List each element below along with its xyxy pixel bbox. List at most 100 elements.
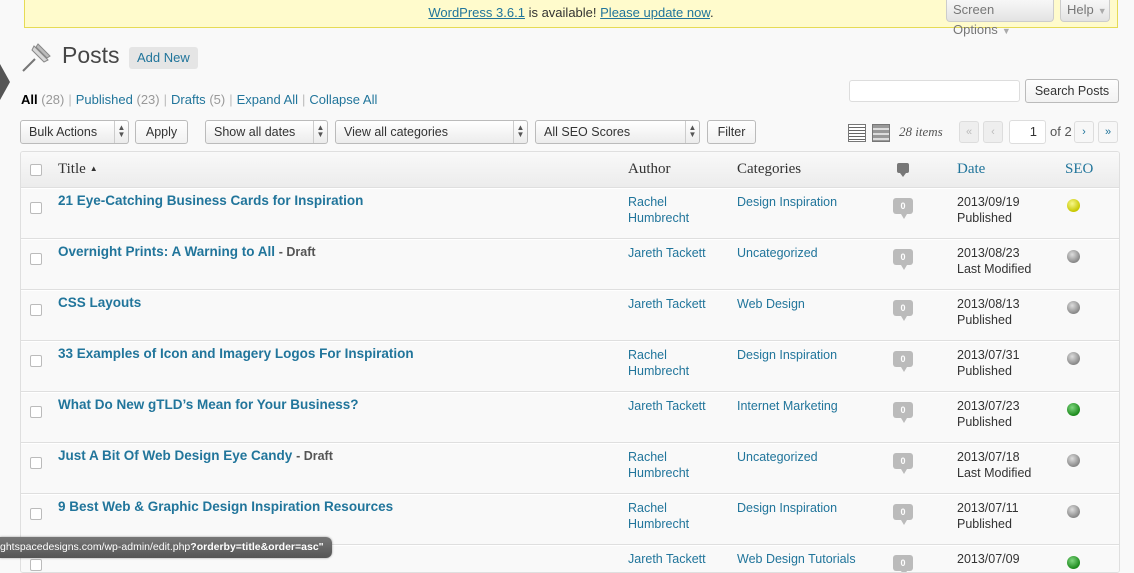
post-category-link[interactable]: Design Inspiration <box>737 500 837 516</box>
post-category-link[interactable]: Design Inspiration <box>737 194 837 210</box>
link-url-status-bar: ghtspacedesigns.com/wp-admin/edit.php?or… <box>0 537 332 558</box>
first-page-button[interactable]: « <box>959 121 979 143</box>
post-title-cell: 33 Examples of Icon and Imagery Logos Fo… <box>58 346 414 361</box>
table-header: Title ▲ Author Categories Date SEO <box>21 152 1119 188</box>
post-title-link[interactable]: What Do New gTLD’s Mean for Your Busines… <box>58 397 359 412</box>
post-title-link[interactable]: 21 Eye-Catching Business Cards for Inspi… <box>58 193 363 208</box>
post-title-link[interactable]: Overnight Prints: A Warning to All <box>58 244 275 259</box>
post-category-link[interactable]: Uncategorized <box>737 449 818 465</box>
select-all-checkbox[interactable] <box>30 164 42 176</box>
last-page-button[interactable]: » <box>1098 121 1118 143</box>
comment-count-bubble[interactable]: 0 <box>893 249 913 270</box>
list-view-icon[interactable] <box>848 124 866 142</box>
table-row: What Do New gTLD’s Mean for Your Busines… <box>21 392 1119 443</box>
post-category-link[interactable]: Design Inspiration <box>737 347 837 363</box>
wordpress-version-link[interactable]: WordPress 3.6.1 <box>428 5 525 20</box>
post-author-link[interactable]: Jareth Tackett <box>628 296 728 312</box>
seo-scores-select[interactable]: All SEO Scores ▲ ▼ <box>535 120 700 144</box>
apply-button[interactable]: Apply <box>135 120 188 144</box>
author-column-header: Author <box>628 161 671 177</box>
title-column-header[interactable]: Title ▲ <box>58 161 98 178</box>
row-checkbox[interactable] <box>30 253 42 265</box>
post-category-link[interactable]: Internet Marketing <box>737 398 838 414</box>
status-url-path: ghtspacedesigns.com/wp-admin/edit.php <box>0 541 191 553</box>
post-status: Published <box>957 415 1012 429</box>
collapse-menu-arrow-icon[interactable] <box>0 64 10 100</box>
bulk-actions-select[interactable]: Bulk Actions ▲ ▼ <box>20 120 129 144</box>
categories-select[interactable]: View all categories ▲ ▼ <box>335 120 528 144</box>
post-date: 2013/07/11 <box>957 501 1019 515</box>
caret-down-icon: ▼ <box>1097 6 1107 16</box>
post-status: Published <box>957 211 1012 225</box>
post-title-cell: 9 Best Web & Graphic Design Inspiration … <box>58 499 393 514</box>
comment-count-bubble[interactable]: 0 <box>893 504 913 525</box>
separator: | <box>163 92 168 107</box>
post-category-link[interactable]: Web Design <box>737 296 805 312</box>
post-author-link[interactable]: Jareth Tackett <box>628 551 728 567</box>
table-row: Overnight Prints: A Warning to All - Dra… <box>21 239 1119 290</box>
post-author-link[interactable]: Jareth Tackett <box>628 398 728 414</box>
comment-count-bubble[interactable]: 0 <box>893 453 913 474</box>
comment-count-bubble[interactable]: 0 <box>893 402 913 423</box>
post-author-link[interactable]: Rachel Humbrecht <box>628 194 728 226</box>
select-arrows-icon: ▲ ▼ <box>313 121 327 143</box>
expand-all-link[interactable]: Expand All <box>237 92 298 107</box>
search-posts-button[interactable]: Search Posts <box>1025 79 1119 103</box>
collapse-all-link[interactable]: Collapse All <box>309 92 377 107</box>
post-title-link[interactable]: Just A Bit Of Web Design Eye Candy <box>58 448 292 463</box>
add-new-button[interactable]: Add New <box>129 47 198 69</box>
post-author-link[interactable]: Rachel Humbrecht <box>628 347 728 379</box>
dates-select[interactable]: Show all dates ▲ ▼ <box>205 120 328 144</box>
prev-page-button[interactable]: ‹ <box>983 121 1003 143</box>
filter-all[interactable]: All <box>21 92 38 107</box>
row-checkbox[interactable] <box>30 304 42 316</box>
post-status: Last Modified <box>957 466 1032 480</box>
post-date-cell: 2013/07/09 <box>957 551 1020 567</box>
post-title-link[interactable]: CSS Layouts <box>58 295 141 310</box>
dates-value: Show all dates <box>214 125 296 139</box>
please-update-link[interactable]: Please update now <box>600 5 710 20</box>
select-arrows-icon: ▲ ▼ <box>513 121 527 143</box>
search-input[interactable] <box>849 80 1020 102</box>
post-date-cell: 2013/09/19 Published <box>957 194 1020 226</box>
categories-value: View all categories <box>344 125 448 139</box>
post-author-link[interactable]: Rachel Humbrecht <box>628 449 728 481</box>
post-status: Last Modified <box>957 262 1032 276</box>
status-url-query: ?orderby=title&order=asc" <box>190 541 324 553</box>
help-label: Help <box>1067 2 1094 17</box>
filter-published[interactable]: Published <box>76 92 133 107</box>
row-checkbox[interactable] <box>30 406 42 418</box>
post-title-link[interactable]: 9 Best Web & Graphic Design Inspiration … <box>58 499 393 514</box>
filter-drafts[interactable]: Drafts <box>171 92 206 107</box>
seo-column-header[interactable]: SEO <box>1065 161 1093 178</box>
comment-count-bubble[interactable]: 0 <box>893 300 913 321</box>
row-checkbox[interactable] <box>30 202 42 214</box>
row-checkbox[interactable] <box>30 355 42 367</box>
comments-column-icon[interactable] <box>897 163 909 177</box>
excerpt-view-icon[interactable] <box>872 124 890 142</box>
filter-button[interactable]: Filter <box>707 120 756 144</box>
post-title-cell: CSS Layouts <box>58 295 141 310</box>
post-category-link[interactable]: Uncategorized <box>737 245 818 261</box>
update-notice-text: is available! <box>528 5 597 20</box>
date-column-header[interactable]: Date <box>957 161 985 178</box>
screen-options-button[interactable]: Screen Options ▼ <box>946 0 1054 37</box>
separator: | <box>229 92 233 107</box>
next-page-button[interactable]: › <box>1074 121 1094 143</box>
help-button[interactable]: Help ▼ <box>1060 0 1110 22</box>
current-page-input[interactable]: 1 <box>1009 120 1046 144</box>
row-checkbox[interactable] <box>30 559 42 571</box>
row-checkbox[interactable] <box>30 508 42 520</box>
total-pages: of 2 <box>1050 124 1072 139</box>
comment-count-bubble[interactable]: 0 <box>893 198 913 219</box>
comment-count-bubble[interactable]: 0 <box>893 351 913 372</box>
post-title-link[interactable]: 33 Examples of Icon and Imagery Logos Fo… <box>58 346 414 361</box>
post-author-link[interactable]: Jareth Tackett <box>628 245 728 261</box>
post-status-filters: All (28) | Published (23) | Drafts (5) | Expan… <box>21 92 377 107</box>
post-category-link[interactable]: Web Design Tutorials <box>737 551 856 567</box>
items-count: 28 items <box>899 124 943 139</box>
row-checkbox[interactable] <box>30 457 42 469</box>
comment-count-bubble[interactable]: 0 <box>893 555 913 572</box>
post-author-link[interactable]: Rachel Humbrecht <box>628 500 728 532</box>
seo-score-indicator <box>1067 505 1080 518</box>
